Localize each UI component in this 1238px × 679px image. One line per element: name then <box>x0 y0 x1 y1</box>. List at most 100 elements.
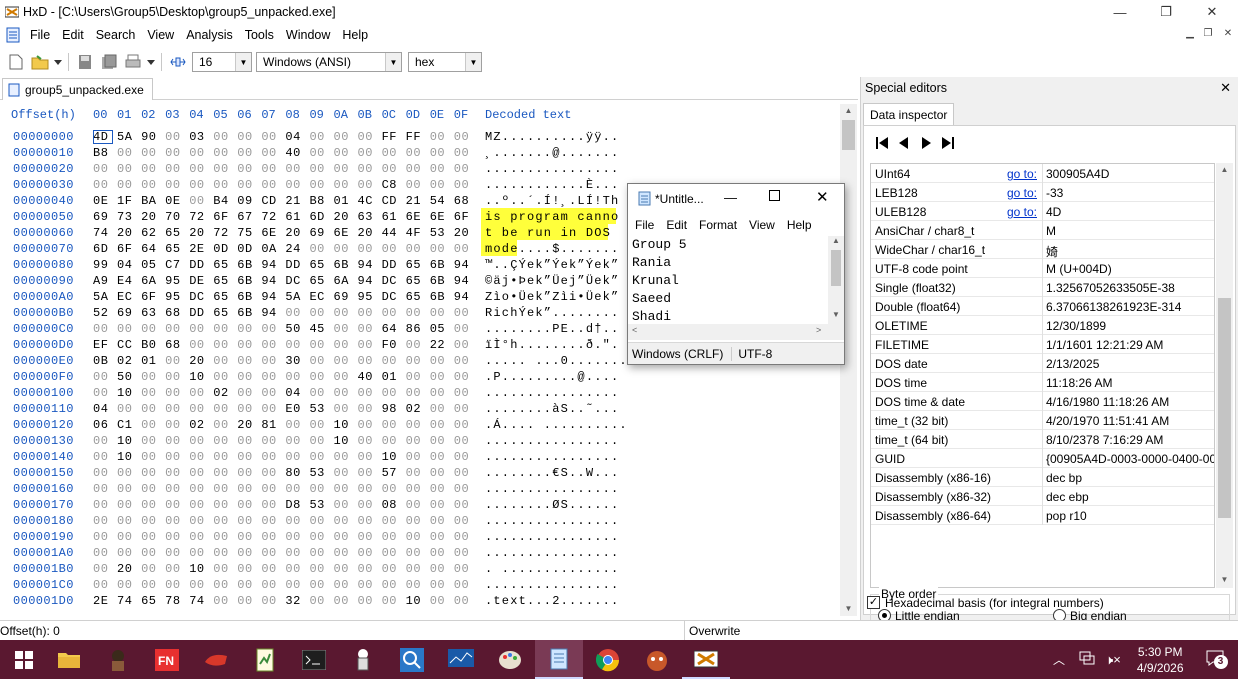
hex-byte[interactable]: 50 <box>285 322 305 336</box>
menu-analysis[interactable]: Analysis <box>180 28 239 42</box>
inspector-row[interactable]: Disassembly (x86-16) dec bp <box>871 468 1214 487</box>
volume-muted-icon[interactable]: 🕨× <box>1105 652 1121 668</box>
hex-row[interactable]: 000001C0 00 00 00 00 00 00 00 00 00 00 00 00 00 00 00 00… <box>0 578 840 594</box>
hex-byte[interactable]: 00 <box>334 562 354 576</box>
hex-byte[interactable]: 00 <box>309 546 329 560</box>
hex-byte[interactable]: 00 <box>189 546 209 560</box>
hex-byte[interactable]: 00 <box>406 354 426 368</box>
hex-byte[interactable]: 00 <box>261 450 281 464</box>
hex-row[interactable]: 000000F0 00 50 00 00 10 00 00 00 00 00 00 40 01 00 00 00… <box>0 370 840 386</box>
hex-byte[interactable]: 00 <box>309 130 329 144</box>
hex-byte[interactable]: 00 <box>237 578 257 592</box>
document-icon[interactable] <box>6 27 22 43</box>
hex-byte[interactable]: 04 <box>285 386 305 400</box>
hex-byte[interactable]: 00 <box>382 242 402 256</box>
decoded-text[interactable]: ..º..´.Í!¸.LÍ!Th <box>485 194 619 208</box>
hex-byte[interactable]: 72 <box>261 210 281 224</box>
hex-byte[interactable]: 94 <box>454 290 474 304</box>
hex-byte[interactable]: 06 <box>93 418 113 432</box>
hex-byte[interactable]: 00 <box>406 450 426 464</box>
hex-byte[interactable]: 00 <box>334 466 354 480</box>
hex-byte[interactable]: 02 <box>406 402 426 416</box>
hex-row[interactable]: 00000120 06 C1 00 00 02 00 20 81 00 00 10 00 00 00 00 00… <box>0 418 840 434</box>
hex-byte[interactable]: 00 <box>213 562 233 576</box>
inspector-row[interactable]: DOS date 2/13/2025 <box>871 354 1214 373</box>
notepad-menu-file[interactable]: File <box>628 218 654 232</box>
hex-byte[interactable]: 00 <box>189 402 209 416</box>
hex-byte[interactable]: 00 <box>117 178 137 192</box>
hex-byte[interactable]: 00 <box>237 402 257 416</box>
inspector-value[interactable]: M <box>1046 224 1056 238</box>
hex-byte[interactable]: DC <box>382 274 402 288</box>
inspector-scrollbar[interactable]: ▲ ▼ <box>1216 163 1233 588</box>
hex-byte[interactable]: 00 <box>334 546 354 560</box>
hex-byte[interactable]: 00 <box>382 530 402 544</box>
hex-byte[interactable]: 00 <box>117 162 137 176</box>
hex-byte[interactable]: 62 <box>141 226 161 240</box>
hex-row[interactable]: 00000000 4D 5A 90 00 03 00 00 00 04 00 00 00 FF FF 00 00… <box>0 130 840 146</box>
hex-byte[interactable]: 00 <box>189 322 209 336</box>
hex-byte[interactable]: 6F <box>454 210 474 224</box>
data-inspector-tab[interactable]: Data inspector <box>863 103 955 125</box>
decoded-text[interactable]: ïÌ°h........ð.". <box>485 338 619 352</box>
hex-byte[interactable]: 02 <box>117 354 137 368</box>
inspector-row[interactable]: Single (float32) 1.32567052633505E-38 <box>871 278 1214 297</box>
hex-byte[interactable]: 00 <box>454 482 474 496</box>
decoded-text[interactable]: ................ <box>485 450 619 464</box>
hex-byte[interactable]: 22 <box>430 338 450 352</box>
notepad-vscrollbar[interactable]: ▲ ▼ <box>828 236 844 324</box>
inspector-value[interactable]: 1/1/1601 12:21:29 AM <box>1046 338 1163 352</box>
hex-byte[interactable]: 5A <box>285 290 305 304</box>
search-tool-icon[interactable] <box>388 640 436 679</box>
hex-byte[interactable]: 69 <box>309 226 329 240</box>
hex-byte[interactable]: 00 <box>358 306 378 320</box>
hex-byte[interactable]: 4F <box>406 226 426 240</box>
notepad-icon[interactable] <box>637 190 651 209</box>
hex-byte[interactable]: 00 <box>358 178 378 192</box>
inspector-row[interactable]: time_t (32 bit) 4/20/1970 11:51:41 AM <box>871 411 1214 430</box>
hex-byte[interactable]: 00 <box>261 386 281 400</box>
notepad-taskbar-icon[interactable] <box>535 640 583 679</box>
hex-byte[interactable]: 00 <box>430 594 450 608</box>
hex-byte[interactable]: 01 <box>141 354 161 368</box>
hex-byte[interactable]: 00 <box>382 434 402 448</box>
hex-byte[interactable]: 00 <box>309 434 329 448</box>
hex-byte[interactable]: A9 <box>93 274 113 288</box>
hex-byte[interactable]: 00 <box>213 530 233 544</box>
maximize-button[interactable]: ❐ <box>1143 0 1189 24</box>
hex-byte[interactable]: 54 <box>430 194 450 208</box>
hex-byte[interactable]: 99 <box>93 258 113 272</box>
hex-byte[interactable]: 00 <box>309 306 329 320</box>
hex-byte[interactable]: 00 <box>382 354 402 368</box>
hex-byte[interactable]: DD <box>285 258 305 272</box>
hex-byte[interactable]: 10 <box>406 594 426 608</box>
hex-byte[interactable]: 90 <box>141 130 161 144</box>
hex-byte[interactable]: 00 <box>189 530 209 544</box>
hex-byte[interactable]: 10 <box>334 418 354 432</box>
hex-byte[interactable]: 00 <box>430 482 450 496</box>
hex-byte[interactable]: 00 <box>165 402 185 416</box>
hex-row[interactable]: 00000020 00 00 00 00 00 00 00 00 00 00 00 00 00 00 00 00… <box>0 162 840 178</box>
hex-byte[interactable]: 68 <box>165 338 185 352</box>
hex-byte[interactable]: 6D <box>93 242 113 256</box>
hex-byte[interactable]: 00 <box>430 514 450 528</box>
hex-byte[interactable]: 0B <box>93 354 113 368</box>
hex-row[interactable]: 00000110 04 00 00 00 00 00 00 00 E0 53 00 00 98 02 00 00… <box>0 402 840 418</box>
hex-byte[interactable]: 73 <box>117 210 137 224</box>
hex-byte[interactable]: 00 <box>334 322 354 336</box>
inspector-row[interactable]: AnsiChar / char8_t M <box>871 221 1214 240</box>
decoded-text[interactable]: ................ <box>485 530 619 544</box>
hex-byte[interactable]: 00 <box>406 578 426 592</box>
decoded-text[interactable]: mode....$....... <box>485 242 619 256</box>
hex-byte[interactable]: 72 <box>189 210 209 224</box>
hex-byte[interactable]: 80 <box>285 466 305 480</box>
hex-byte[interactable]: 00 <box>430 546 450 560</box>
hex-byte[interactable]: 69 <box>93 210 113 224</box>
hex-byte[interactable]: 00 <box>165 498 185 512</box>
hex-byte[interactable]: 00 <box>141 562 161 576</box>
hex-byte[interactable]: E0 <box>285 402 305 416</box>
hex-byte[interactable]: 00 <box>285 162 305 176</box>
hex-byte[interactable]: 00 <box>165 562 185 576</box>
hex-byte[interactable]: 00 <box>309 530 329 544</box>
hex-basis-checkbox[interactable]: ✓ <box>867 596 880 609</box>
